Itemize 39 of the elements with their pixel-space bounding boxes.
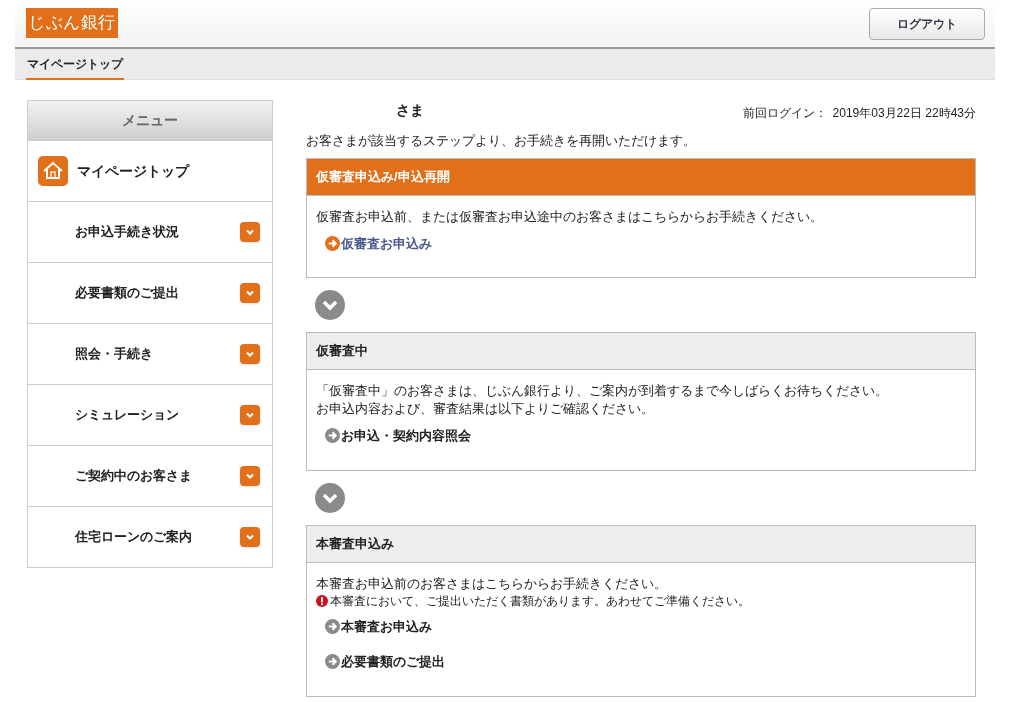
chevron-down-icon — [315, 290, 345, 320]
chevron-down-icon — [315, 482, 345, 513]
menu-item[interactable]: ご契約中のお客さま — [28, 445, 272, 506]
step-link[interactable]: 仮審査お申込み — [325, 233, 432, 253]
expand-toggle-icon[interactable] — [240, 222, 260, 242]
menu-title: メニュー — [28, 101, 272, 140]
last-login: 前回ログイン： 2019年03月22日 22時43分 — [742, 105, 976, 121]
home-menu-item[interactable]: マイページトップ — [28, 140, 272, 201]
logout-button[interactable]: ログアウト — [869, 8, 985, 40]
step-title: 仮審査中 — [307, 333, 975, 370]
step-link[interactable]: 本審査お申込み — [325, 616, 432, 636]
notice-text: 本審査において、ご提出いただく書類があります。あわせてご準備ください。 — [330, 592, 750, 609]
expand-toggle-icon[interactable] — [240, 344, 260, 364]
menu-item[interactable]: 住宅ローンのご案内 — [28, 506, 272, 567]
step-description: 本審査お申込前のお客さまはこちらからお手続きください。 — [316, 574, 668, 593]
step-title: 仮審査申込み/申込再開 — [307, 158, 975, 196]
nav-tab[interactable]: マイページトップ — [26, 49, 124, 80]
step-description: お申込内容および、審査結果は以下よりご確認ください。 — [316, 400, 655, 418]
arrow-right-icon — [325, 428, 340, 444]
menu-item[interactable]: 照会・手続き — [28, 323, 272, 384]
step-title: 本審査申込み — [307, 525, 975, 563]
expand-toggle-icon[interactable] — [240, 527, 260, 547]
step-link[interactable]: 必要書類のご提出 — [325, 652, 445, 672]
menu-item[interactable]: シミュレーション — [28, 384, 272, 445]
arrow-right-icon — [325, 235, 340, 251]
customer-name: さま — [396, 101, 424, 120]
expand-toggle-icon[interactable] — [240, 405, 260, 425]
warning-icon — [316, 594, 328, 607]
step-description: 仮審査お申込前、または仮審査お申込途中のお客さまはこちらからお手続きください。 — [316, 207, 824, 226]
arrow-right-icon — [325, 618, 340, 634]
home-icon — [38, 156, 68, 186]
arrow-right-icon — [325, 654, 340, 670]
step-description: 「仮審査中」のお客さまは、じぶん銀行より、ご案内が到着するまで今しばらくお待ちください。 — [316, 382, 889, 400]
menu-item[interactable]: 必要書類のご提出 — [28, 262, 272, 323]
menu-item[interactable]: お申込手続き状況 — [28, 201, 272, 262]
step-link[interactable]: お申込・契約内容照会 — [325, 426, 471, 446]
expand-toggle-icon[interactable] — [240, 466, 260, 486]
intro-text: お客さまが該当するステップより、お手続きを再開いただけます。 — [306, 132, 697, 150]
expand-toggle-icon[interactable] — [240, 283, 260, 303]
